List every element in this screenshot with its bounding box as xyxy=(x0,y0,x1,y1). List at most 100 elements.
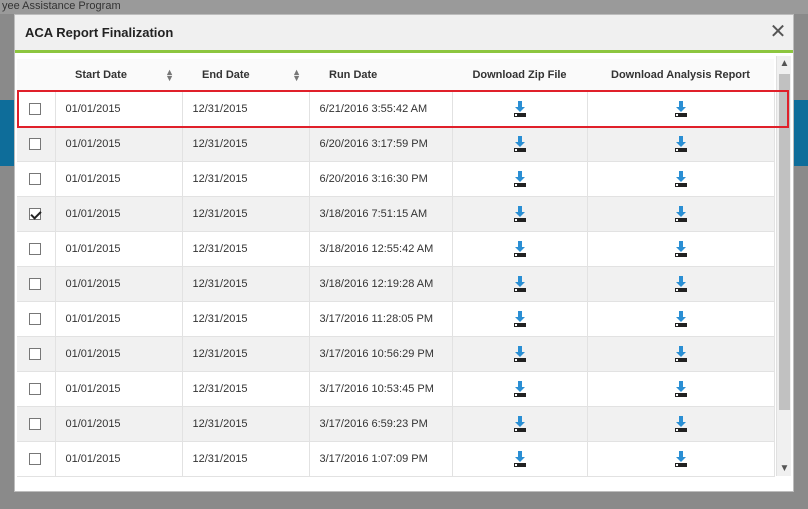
row-checkbox[interactable] xyxy=(29,172,41,185)
background-banner-left xyxy=(0,100,14,166)
report-grid: Start Date ▲ ▼ End Date ▲ ▼ Run Date Downl… xyxy=(17,59,793,489)
run-date-cell: 6/20/2016 3:16:30 PM xyxy=(309,161,453,197)
select-cell[interactable] xyxy=(17,231,56,267)
header-start-date[interactable]: Start Date ▲ ▼ xyxy=(55,59,182,92)
select-cell[interactable] xyxy=(17,91,56,127)
select-cell[interactable] xyxy=(17,371,56,407)
download-analysis-icon[interactable] xyxy=(674,380,687,397)
end-date-cell: 12/31/2015 xyxy=(182,126,310,162)
download-zip-icon[interactable] xyxy=(513,450,526,467)
scroll-thumb[interactable] xyxy=(779,74,790,410)
download-analysis-icon[interactable] xyxy=(674,135,687,152)
table-row[interactable]: 01/01/2015 12/31/2015 3/17/2016 1:07:09 PM xyxy=(17,441,775,477)
run-date-cell: 6/20/2016 3:17:59 PM xyxy=(309,126,453,162)
download-analysis-icon[interactable] xyxy=(674,100,687,117)
table-row[interactable]: 01/01/2015 12/31/2015 3/17/2016 6:59:23 PM xyxy=(17,406,775,442)
download-zip-icon[interactable] xyxy=(513,415,526,432)
table-row[interactable]: 01/01/2015 12/31/2015 6/21/2016 3:55:42 AM xyxy=(17,91,775,127)
table-row[interactable]: 01/01/2015 12/31/2015 3/17/2016 11:28:05 P… xyxy=(17,301,775,337)
download-zip-cell xyxy=(452,231,588,267)
vertical-scrollbar[interactable]: ▲ ▼ xyxy=(776,56,791,476)
start-date-cell: 01/01/2015 xyxy=(55,91,183,127)
download-analysis-cell xyxy=(587,371,775,407)
end-date-cell: 12/31/2015 xyxy=(182,231,310,267)
download-analysis-icon[interactable] xyxy=(674,310,687,327)
table-row[interactable]: 01/01/2015 12/31/2015 3/17/2016 10:56:29 P… xyxy=(17,336,775,372)
download-analysis-icon[interactable] xyxy=(674,205,687,222)
download-zip-icon[interactable] xyxy=(513,310,526,327)
download-analysis-cell xyxy=(587,91,775,127)
table-row[interactable]: 01/01/2015 12/31/2015 3/18/2016 12:19:28 A… xyxy=(17,266,775,302)
header-label: Run Date xyxy=(329,68,378,81)
row-checkbox[interactable] xyxy=(29,242,41,255)
dialog-footer-divider xyxy=(17,491,793,492)
end-date-cell: 12/31/2015 xyxy=(182,406,310,442)
row-checkbox[interactable] xyxy=(29,347,41,360)
start-date-cell: 01/01/2015 xyxy=(55,161,183,197)
header-download-zip: Download Zip File xyxy=(452,59,587,92)
download-zip-icon[interactable] xyxy=(513,170,526,187)
row-checkbox[interactable] xyxy=(29,452,41,465)
download-zip-icon[interactable] xyxy=(513,240,526,257)
download-zip-icon[interactable] xyxy=(513,275,526,292)
row-checkbox[interactable] xyxy=(29,207,41,220)
header-label: Download Analysis Report xyxy=(611,68,750,81)
scroll-up-icon[interactable]: ▲ xyxy=(777,56,792,71)
run-date-cell: 3/17/2016 10:53:45 PM xyxy=(309,371,453,407)
close-icon[interactable]: ✕ xyxy=(767,22,789,44)
report-table: Start Date ▲ ▼ End Date ▲ ▼ Run Date Downl… xyxy=(17,59,775,477)
report-finalization-dialog: ACA Report Finalization ✕ Start Date ▲▼ xyxy=(14,14,794,492)
run-date-cell: 3/17/2016 1:07:09 PM xyxy=(309,441,453,477)
download-zip-icon[interactable] xyxy=(513,380,526,397)
table-row[interactable]: 01/01/2015 12/31/2015 3/18/2016 12:55:42 A… xyxy=(17,231,775,267)
download-zip-cell xyxy=(452,161,588,197)
download-analysis-icon[interactable] xyxy=(674,275,687,292)
table-row[interactable]: 01/01/2015 12/31/2015 6/20/2016 3:17:59 PM xyxy=(17,126,775,162)
end-date-cell: 12/31/2015 xyxy=(182,301,310,337)
download-analysis-icon[interactable] xyxy=(674,450,687,467)
select-cell[interactable] xyxy=(17,441,56,477)
download-zip-cell xyxy=(452,301,588,337)
row-checkbox[interactable] xyxy=(29,277,41,290)
select-cell[interactable] xyxy=(17,336,56,372)
table-row[interactable]: 01/01/2015 12/31/2015 3/18/2016 7:51:15 AM xyxy=(17,196,775,232)
download-zip-icon[interactable] xyxy=(513,100,526,117)
select-cell[interactable] xyxy=(17,126,56,162)
select-cell[interactable] xyxy=(17,301,56,337)
run-date-cell: 3/17/2016 11:28:05 PM xyxy=(309,301,453,337)
download-zip-icon[interactable] xyxy=(513,135,526,152)
row-checkbox[interactable] xyxy=(29,312,41,325)
sort-icon[interactable]: ▲ ▼ xyxy=(292,68,301,83)
download-analysis-icon[interactable] xyxy=(674,345,687,362)
download-zip-cell xyxy=(452,371,588,407)
row-checkbox[interactable] xyxy=(29,137,41,150)
table-row[interactable]: 01/01/2015 12/31/2015 3/17/2016 10:53:45 P… xyxy=(17,371,775,407)
start-date-cell: 01/01/2015 xyxy=(55,336,183,372)
download-analysis-cell xyxy=(587,266,775,302)
run-date-cell: 3/17/2016 10:56:29 PM xyxy=(309,336,453,372)
start-date-cell: 01/01/2015 xyxy=(55,301,183,337)
row-checkbox[interactable] xyxy=(29,417,41,430)
sort-icon[interactable]: ▲ ▼ xyxy=(165,68,174,83)
row-checkbox[interactable] xyxy=(29,102,41,115)
end-date-cell: 12/31/2015 xyxy=(182,91,310,127)
start-date-cell: 01/01/2015 xyxy=(55,231,183,267)
header-label: Start Date xyxy=(75,68,127,81)
download-zip-icon[interactable] xyxy=(513,345,526,362)
select-cell[interactable] xyxy=(17,161,56,197)
select-cell[interactable] xyxy=(17,266,56,302)
table-row[interactable]: 01/01/2015 12/31/2015 6/20/2016 3:16:30 PM xyxy=(17,161,775,197)
header-label: Download Zip File xyxy=(472,68,567,81)
download-zip-icon[interactable] xyxy=(513,205,526,222)
download-analysis-icon[interactable] xyxy=(674,240,687,257)
select-cell[interactable] xyxy=(17,406,56,442)
start-date-cell: 01/01/2015 xyxy=(55,371,183,407)
select-cell[interactable] xyxy=(17,196,56,232)
scroll-down-icon[interactable]: ▼ xyxy=(777,461,792,476)
run-date-cell: 3/18/2016 12:19:28 AM xyxy=(309,266,453,302)
download-analysis-icon[interactable] xyxy=(674,415,687,432)
header-end-date[interactable]: End Date ▲ ▼ xyxy=(182,59,309,92)
download-analysis-icon[interactable] xyxy=(674,170,687,187)
row-checkbox[interactable] xyxy=(29,382,41,395)
end-date-cell: 12/31/2015 xyxy=(182,161,310,197)
